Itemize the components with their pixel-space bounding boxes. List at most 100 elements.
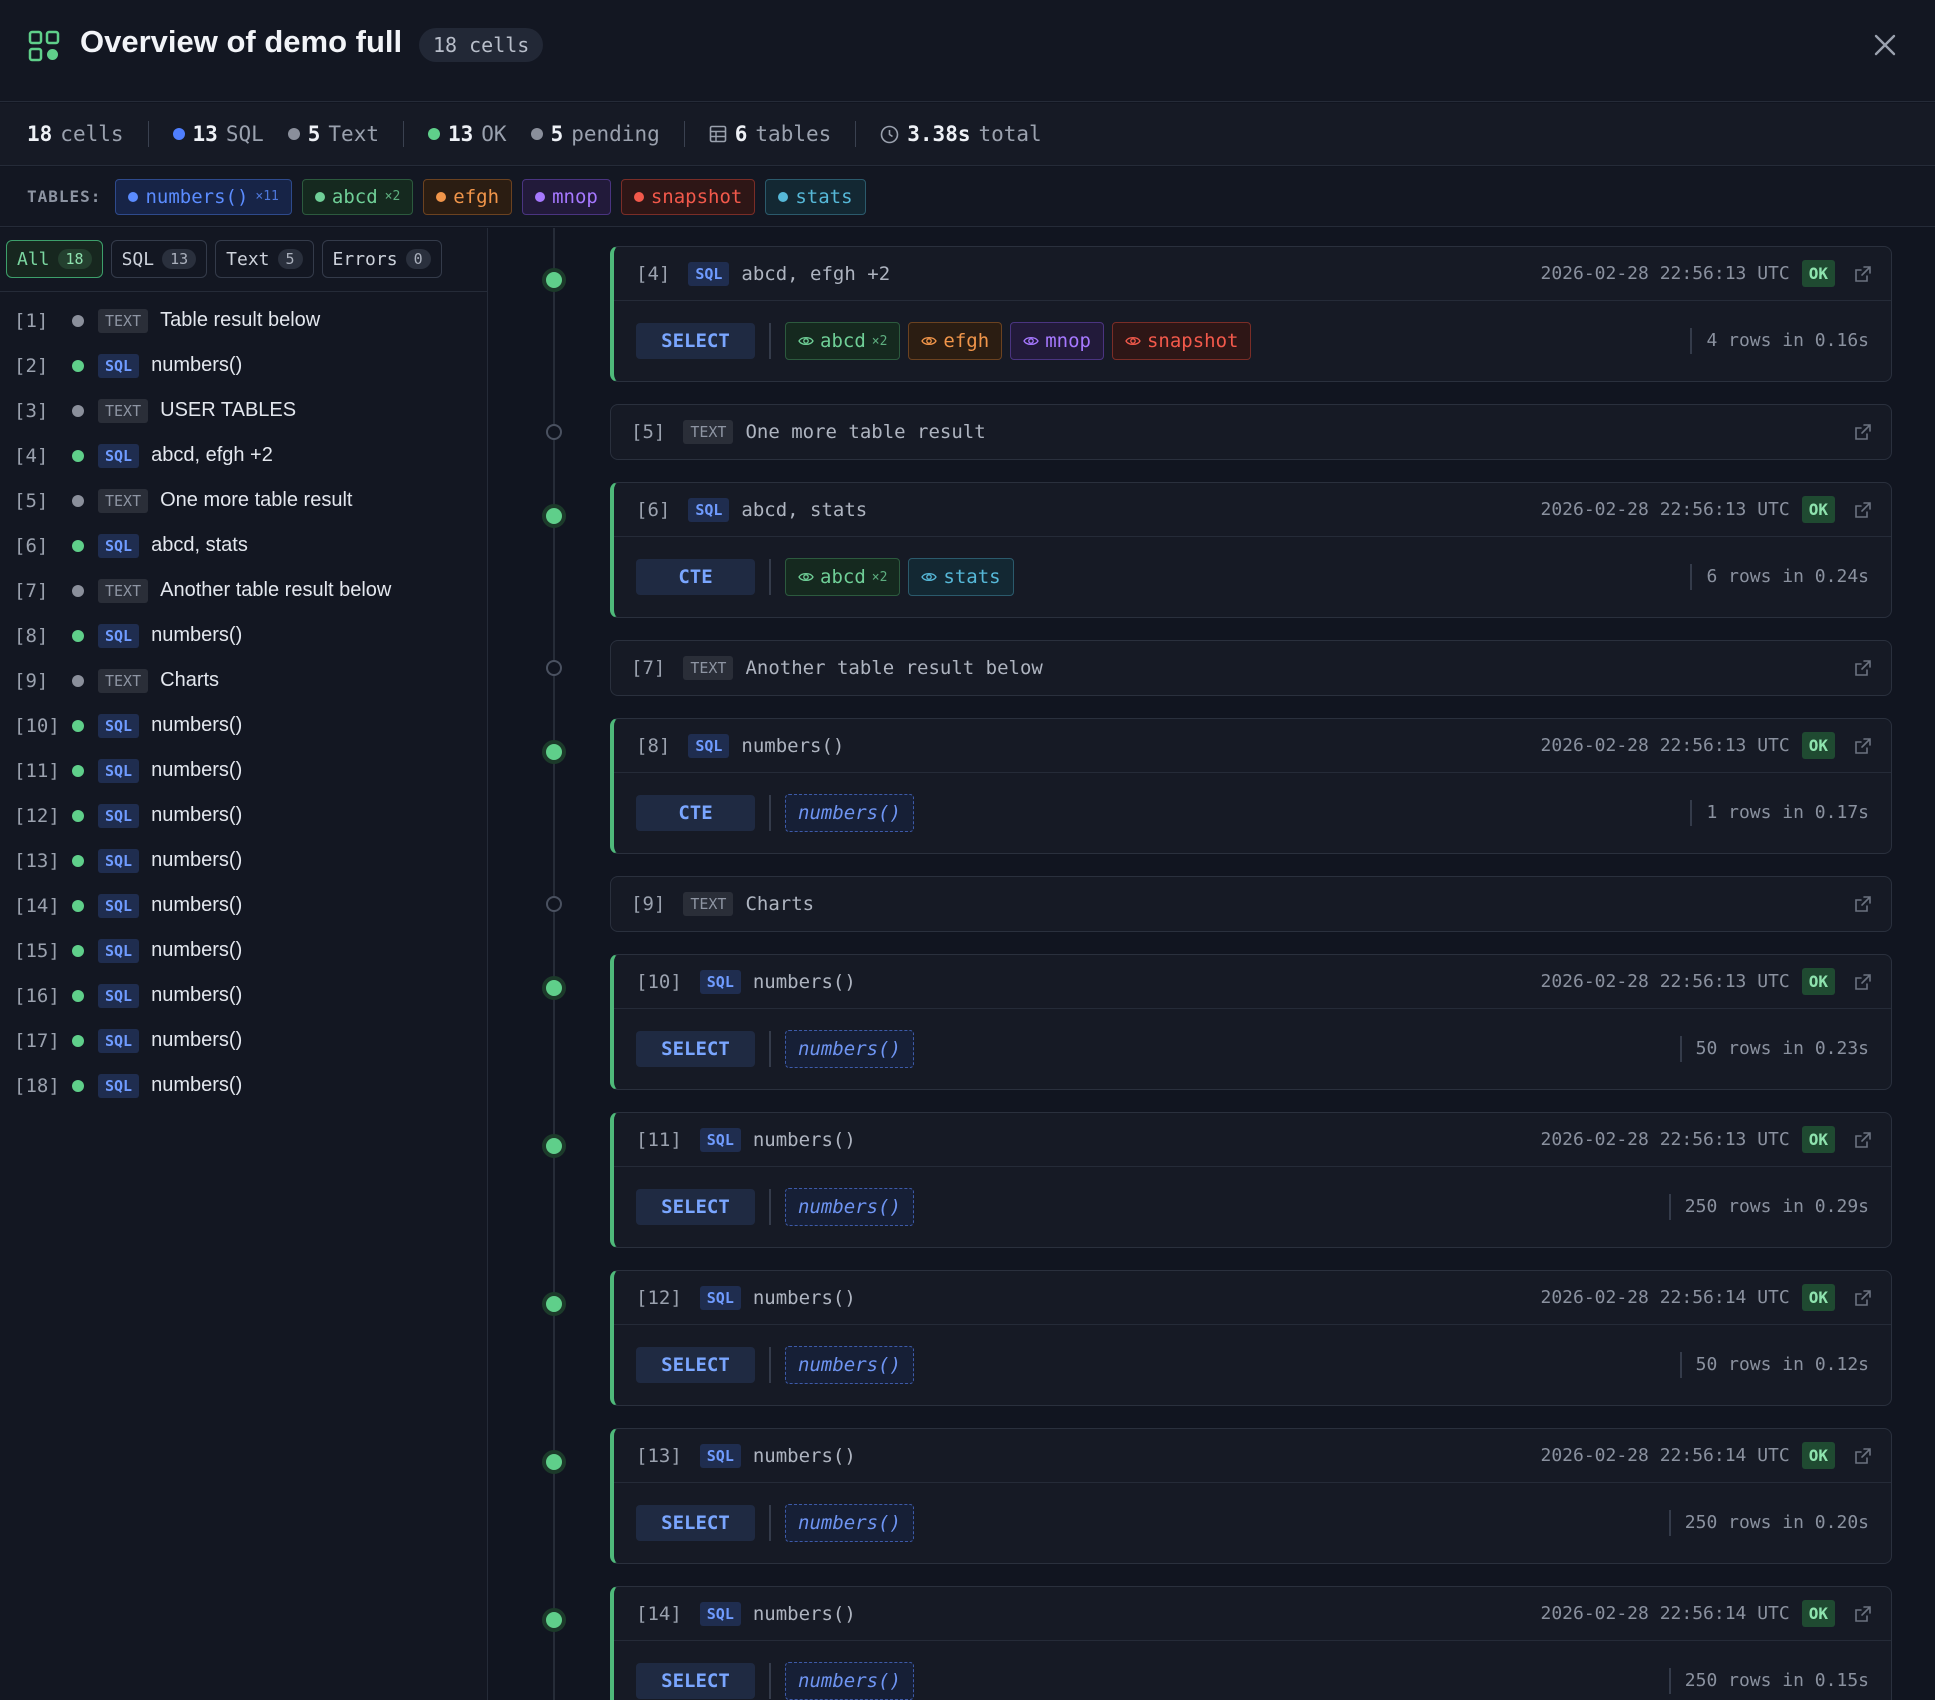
- external-link-icon[interactable]: [1853, 500, 1873, 520]
- table-ref-chip[interactable]: numbers(): [785, 1662, 914, 1700]
- table-ref-chip[interactable]: numbers(): [785, 1346, 914, 1384]
- tab-all[interactable]: All 18: [6, 240, 103, 278]
- tab-text[interactable]: Text 5: [215, 240, 314, 278]
- type-badge: SQL: [98, 848, 140, 873]
- rows-summary: 50 rows in 0.12s: [1679, 1352, 1869, 1378]
- list-item-index: [10]: [14, 714, 60, 737]
- cell-card-header: [7] TEXT Another table result below: [611, 641, 1891, 695]
- table-chip-snapshot[interactable]: snapshot: [620, 178, 756, 215]
- tab-errors[interactable]: Errors 0: [321, 240, 442, 278]
- table-ref-chip[interactable]: snapshot: [1111, 322, 1252, 360]
- list-item[interactable]: [4] SQL abcd, efgh +2: [0, 433, 487, 478]
- eye-icon: [1023, 333, 1039, 349]
- table-ref-chip[interactable]: mnop: [1010, 322, 1104, 360]
- list-item[interactable]: [17] SQL numbers(): [0, 1018, 487, 1063]
- cell-card-body: SELECT numbers() 50 rows in 0.12s: [614, 1325, 1891, 1405]
- table-ref-chip[interactable]: efgh: [908, 322, 1003, 360]
- external-link-icon[interactable]: [1853, 1288, 1873, 1308]
- status-badge: OK: [1801, 1284, 1835, 1311]
- table-chip-name: stats: [795, 185, 853, 208]
- tab-label: Text: [226, 248, 270, 270]
- cell-index: [5]: [631, 421, 666, 443]
- cell-card-body: SELECT numbers() 250 rows in 0.15s: [614, 1641, 1891, 1700]
- close-icon[interactable]: [1870, 30, 1900, 60]
- table-chip-mnop[interactable]: mnop: [522, 178, 611, 215]
- table-chip-abcd[interactable]: abcd ×2: [301, 178, 414, 215]
- table-ref-chip[interactable]: numbers(): [785, 1188, 914, 1226]
- table-dot-icon: [128, 191, 139, 202]
- external-link-icon[interactable]: [1853, 658, 1873, 678]
- cell-card[interactable]: [9] TEXT Charts: [610, 876, 1892, 932]
- external-link-icon[interactable]: [1853, 1446, 1873, 1466]
- external-link-icon[interactable]: [1853, 972, 1873, 992]
- tab-count: 18: [57, 249, 92, 269]
- status-ok-node: [542, 1608, 566, 1632]
- list-item[interactable]: [14] SQL numbers(): [0, 883, 487, 928]
- list-item[interactable]: [16] SQL numbers(): [0, 973, 487, 1018]
- list-item[interactable]: [15] SQL numbers(): [0, 928, 487, 973]
- list-item[interactable]: [2] SQL numbers(): [0, 343, 487, 388]
- ok-dot-icon: [427, 128, 440, 140]
- list-item-name: abcd, stats: [151, 534, 248, 556]
- table-ref-chip[interactable]: numbers(): [785, 1504, 914, 1542]
- list-item[interactable]: [8] SQL numbers(): [0, 613, 487, 658]
- table-ref-chip[interactable]: abcd ×2: [785, 322, 901, 360]
- cell-card-body: SELECT abcd ×2 efgh mnop snapshot 4 rows in 0.…: [614, 301, 1891, 381]
- list-item-index: [13]: [14, 849, 60, 872]
- list-item[interactable]: [7] TEXT Another table result below: [0, 568, 487, 613]
- cell-card[interactable]: [10] SQL numbers() 2026-02-28 22:56:13 UTC O…: [610, 954, 1892, 1090]
- table-ref-chip[interactable]: abcd ×2: [785, 558, 901, 596]
- list-item[interactable]: [10] SQL numbers(): [0, 703, 487, 748]
- cell-index: [7]: [631, 657, 666, 679]
- external-link-icon[interactable]: [1853, 1130, 1873, 1150]
- external-link-icon[interactable]: [1853, 1604, 1873, 1624]
- table-chip-efgh[interactable]: efgh: [423, 178, 513, 215]
- pending-dot-icon: [530, 128, 543, 140]
- cell-card[interactable]: [5] TEXT One more table result: [610, 404, 1892, 460]
- tab-label: SQL: [121, 248, 155, 270]
- query-keyword: SELECT: [636, 1505, 755, 1541]
- list-item[interactable]: [12] SQL numbers(): [0, 793, 487, 838]
- type-badge: SQL: [98, 713, 140, 738]
- table-ref-name: abcd: [820, 330, 866, 352]
- divider: [769, 559, 771, 595]
- table-ref-chip[interactable]: stats: [908, 558, 1014, 596]
- cell-card-header: [10] SQL numbers() 2026-02-28 22:56:13 UTC O…: [614, 955, 1891, 1009]
- list-item[interactable]: [3] TEXT USER TABLES: [0, 388, 487, 433]
- cell-index: [10]: [636, 970, 682, 993]
- table-chip-stats[interactable]: stats: [765, 178, 866, 215]
- list-item-name: numbers(): [151, 849, 243, 871]
- timestamp: 2026-02-28 22:56:14 UTC: [1540, 1445, 1790, 1466]
- cell-card[interactable]: [13] SQL numbers() 2026-02-28 22:56:14 UTC O…: [610, 1428, 1892, 1564]
- table-chip-numbers[interactable]: numbers() ×11: [115, 178, 292, 215]
- cell-card[interactable]: [4] SQL abcd, efgh +2 2026-02-28 22:56:13 U…: [610, 246, 1892, 382]
- list-item[interactable]: [1] TEXT Table result below: [0, 298, 487, 343]
- list-item[interactable]: [6] SQL abcd, stats: [0, 523, 487, 568]
- list-item[interactable]: [13] SQL numbers(): [0, 838, 487, 883]
- cell-card[interactable]: [12] SQL numbers() 2026-02-28 22:56:14 UTC O…: [610, 1270, 1892, 1406]
- cell-name: Charts: [745, 893, 815, 915]
- table-ref-chip[interactable]: numbers(): [785, 794, 914, 832]
- cell-card[interactable]: [7] TEXT Another table result below: [610, 640, 1892, 696]
- status-ok-node: [542, 1450, 566, 1474]
- list-item-index: [9]: [14, 669, 49, 692]
- cell-card[interactable]: [8] SQL numbers() 2026-02-28 22:56:13 UTC OK…: [610, 718, 1892, 854]
- cell-card[interactable]: [6] SQL abcd, stats 2026-02-28 22:56:13 UTC…: [610, 482, 1892, 618]
- external-link-icon[interactable]: [1853, 264, 1873, 284]
- list-item[interactable]: [9] TEXT Charts: [0, 658, 487, 703]
- list-item[interactable]: [5] TEXT One more table result: [0, 478, 487, 523]
- external-link-icon[interactable]: [1853, 894, 1873, 914]
- list-item[interactable]: [18] SQL numbers(): [0, 1063, 487, 1108]
- tab-sql[interactable]: SQL 13: [110, 240, 208, 278]
- cell-card[interactable]: [11] SQL numbers() 2026-02-28 22:56:13 UTC O…: [610, 1112, 1892, 1248]
- external-link-icon[interactable]: [1853, 422, 1873, 442]
- external-link-icon[interactable]: [1853, 736, 1873, 756]
- cell-card-body: CTE abcd ×2 stats 6 rows in 0.24s: [614, 537, 1891, 617]
- list-item-index: [3]: [14, 399, 49, 422]
- list-item-name: Table result below: [160, 309, 321, 331]
- cell-card[interactable]: [14] SQL numbers() 2026-02-28 22:56:14 UTC O…: [610, 1586, 1892, 1700]
- cell-name: Another table result below: [745, 657, 1043, 679]
- list-item[interactable]: [11] SQL numbers(): [0, 748, 487, 793]
- table-ref-chip[interactable]: numbers(): [785, 1030, 914, 1068]
- table-dot-icon: [535, 191, 546, 202]
